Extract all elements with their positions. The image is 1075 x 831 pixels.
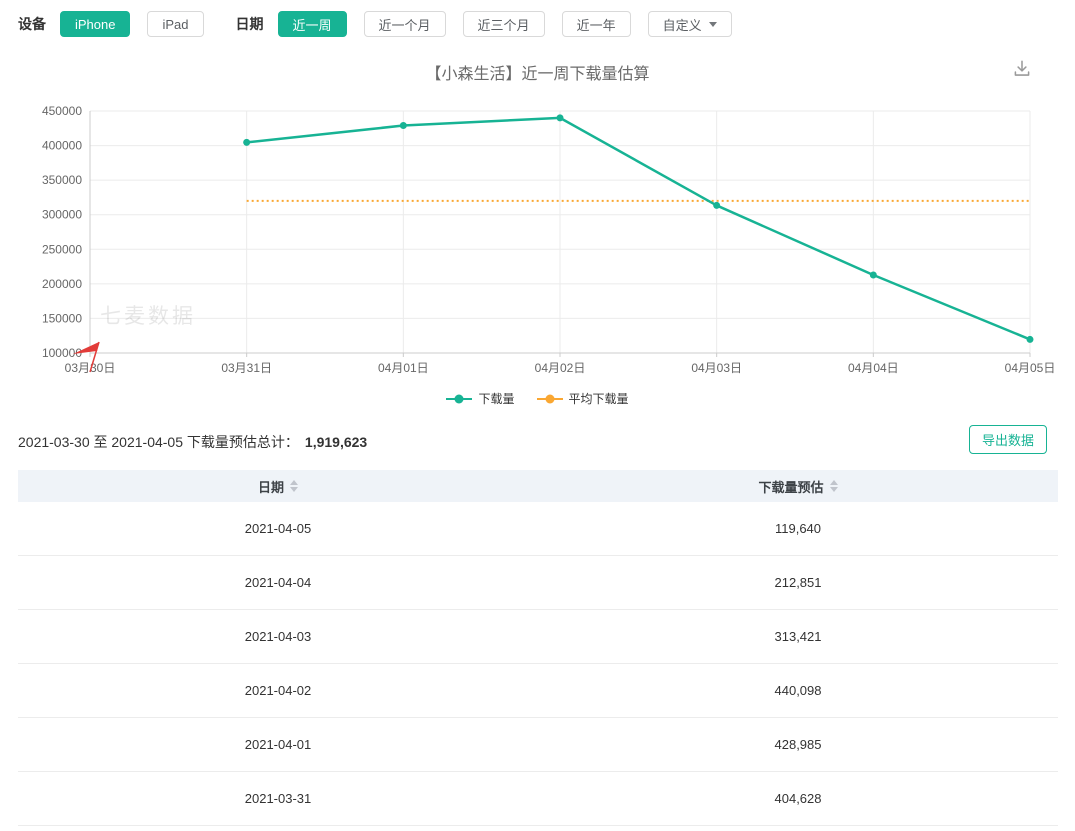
cell-downloads: 212,851 xyxy=(774,575,822,590)
data-point xyxy=(243,138,251,146)
watermark: 七麦数据 xyxy=(100,305,196,328)
cell-downloads: 404,628 xyxy=(774,791,822,806)
cell-downloads: 313,421 xyxy=(774,629,822,644)
legend-label: 下载量 xyxy=(478,392,515,406)
data-point xyxy=(399,122,407,130)
x-axis-tick-label: 04月05日 xyxy=(1005,361,1056,375)
x-axis-tick-label: 04月03日 xyxy=(691,361,742,375)
summary-prefix: 2021-03-30 至 2021-04-05 下载量预估总计： xyxy=(18,434,299,450)
x-axis-tick-label: 04月01日 xyxy=(378,361,429,375)
table-header: 日期 下载量预估 xyxy=(18,470,1058,502)
table-row: 2021-04-04 212,851 xyxy=(18,556,1058,610)
table-row: 2021-04-01 428,985 xyxy=(18,718,1058,772)
x-axis-tick-label: 03月30日 xyxy=(65,361,116,375)
cell-date: 2021-04-04 xyxy=(244,575,312,590)
table-row: 2021-03-31 404,628 xyxy=(18,772,1058,826)
data-point xyxy=(556,114,564,122)
table-row: 2021-04-02 440,098 xyxy=(18,664,1058,718)
x-axis-tick-label: 04月04日 xyxy=(848,361,899,375)
cell-downloads: 440,098 xyxy=(774,683,822,698)
column-header-date[interactable]: 日期 xyxy=(18,470,538,502)
date-range-button[interactable]: 近一个月 xyxy=(363,11,446,37)
summary-text: 2021-03-30 至 2021-04-05 下载量预估总计： 1,919,62… xyxy=(18,432,367,452)
cell-date: 2021-03-31 xyxy=(244,791,312,806)
downloads-table: 日期 下载量预估 2021-04-05 119,640 2021-04-04 212,… xyxy=(18,470,1058,826)
device-label: 设备 xyxy=(18,16,46,32)
table-row: 2021-04-05 119,640 xyxy=(18,502,1058,556)
downloads-line xyxy=(246,116,1031,341)
y-axis-tick-label: 350000 xyxy=(42,173,82,187)
data-point xyxy=(1026,335,1034,343)
custom-date-label: 自定义 xyxy=(662,17,702,33)
cell-date: 2021-04-05 xyxy=(244,521,312,536)
cell-date: 2021-04-01 xyxy=(244,737,312,752)
y-axis-tick-label: 150000 xyxy=(42,311,82,325)
cell-date: 2021-04-03 xyxy=(244,629,312,644)
date-range-button[interactable]: 近一年 xyxy=(561,11,631,37)
chevron-down-icon xyxy=(708,21,717,27)
legend-marker-icon xyxy=(446,394,473,403)
device-button[interactable]: iPad xyxy=(147,11,204,37)
sort-icon xyxy=(290,480,298,492)
cell-downloads: 119,640 xyxy=(774,521,822,536)
chart-title: 【小森生活】近一周下载量估算 xyxy=(425,66,650,83)
date-range-button[interactable]: 近一周 xyxy=(277,11,347,37)
download-icon[interactable] xyxy=(1011,58,1033,80)
data-point xyxy=(713,201,721,209)
sort-icon xyxy=(829,480,838,492)
table-body: 2021-04-05 119,640 2021-04-04 212,851 2021-0… xyxy=(18,502,1058,826)
cell-downloads: 428,985 xyxy=(774,737,822,752)
x-axis-tick-label: 03月31日 xyxy=(221,361,272,375)
date-range-button-group: 近一周 近一个月 近三个月 近一年 xyxy=(277,11,631,37)
table-row: 2021-04-03 313,421 xyxy=(18,610,1058,664)
y-axis-tick-label: 200000 xyxy=(42,277,82,291)
legend-label: 平均下载量 xyxy=(568,392,629,406)
y-axis-tick-label: 400000 xyxy=(42,139,82,153)
legend-marker-icon xyxy=(536,394,563,403)
y-axis-tick-label: 450000 xyxy=(42,104,82,118)
column-header-downloads[interactable]: 下载量预估 xyxy=(538,470,1058,502)
legend-item[interactable]: 平均下载量 xyxy=(536,390,629,407)
summary-total: 1,919,623 xyxy=(304,434,368,450)
chart-legend: 下载量 平均下载量 xyxy=(0,390,1075,407)
device-button[interactable]: iPhone xyxy=(60,11,131,37)
x-axis-tick-label: 04月02日 xyxy=(535,361,586,375)
export-data-button[interactable]: 导出数据 xyxy=(968,425,1047,454)
cell-date: 2021-04-02 xyxy=(244,683,312,698)
y-axis-tick-label: 300000 xyxy=(42,208,82,222)
date-range-button[interactable]: 近三个月 xyxy=(462,11,545,37)
custom-date-button[interactable]: 自定义 xyxy=(647,11,732,37)
filter-toolbar: 设备 iPhone iPad 日期 近一周 近一个月 近三个月 近一年 自定义 xyxy=(18,11,732,37)
y-axis-tick-label: 250000 xyxy=(42,242,82,256)
legend-item[interactable]: 下载量 xyxy=(446,390,515,407)
date-label: 日期 xyxy=(235,16,264,32)
device-button-group: iPhone iPad xyxy=(60,11,204,37)
data-point xyxy=(869,271,877,279)
downloads-line-chart[interactable]: 1000001500002000002500003000003500004000… xyxy=(0,95,1075,383)
